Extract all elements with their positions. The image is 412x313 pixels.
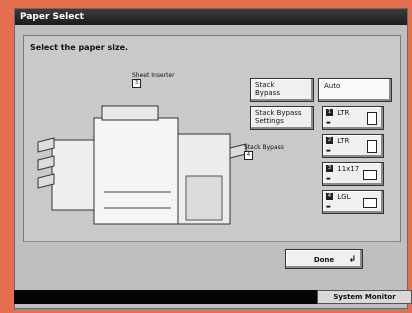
portrait-paper-icon [367,140,377,153]
paper-size-button-3[interactable]: 3 11x17 ▬ [322,162,384,186]
callout-stack-bypass-label: Stack Bypass [244,144,284,151]
paper-size-label: LTR [337,137,350,145]
system-monitor-button[interactable]: System Monitor [317,290,412,304]
drawer-icon: 4 [326,193,333,200]
done-label: Done [313,256,335,264]
stack-bypass-settings-button[interactable]: Stack Bypass Settings [250,106,314,130]
copier-screen: Paper Select Select the paper size. Shee… [14,8,408,309]
paper-select-panel: Select the paper size. Sheet Inserter 3 … [23,35,401,242]
callout-stack-bypass: Stack Bypass 4 [244,144,284,160]
paper-size-label: 11x17 [337,165,360,173]
stack-bypass-line1: Stack [255,81,275,89]
done-button[interactable]: Done ↲ [285,249,363,269]
footer-divider [23,241,399,242]
landscape-paper-icon [363,170,377,180]
drawer-icon: 2 [326,137,333,144]
system-monitor-label: System Monitor [333,293,396,301]
paper-level-icon: ▬ [326,120,331,126]
paper-size-button-1[interactable]: 1 LTR ▬ [322,106,384,130]
paper-size-button-2[interactable]: 2 LTR ▬ [322,134,384,158]
stack-bypass-line2: Bypass [255,89,280,97]
portrait-paper-icon [367,112,377,125]
stack-bypass-settings-line2: Settings [255,117,284,125]
paper-level-icon: ▬ [326,204,331,210]
return-arrow-icon: ↲ [348,255,356,265]
paper-size-label: LGL [337,193,351,201]
stack-bypass-button[interactable]: Stack Bypass [250,78,314,102]
callout-sheet-inserter-label: Sheet Inserter [132,72,175,79]
callout-sheet-inserter-num: 3 [132,79,141,88]
callout-stack-bypass-num: 4 [244,151,253,160]
paper-level-icon: ▬ [326,176,331,182]
copier-machine-illustration [37,105,247,225]
callout-sheet-inserter: Sheet Inserter 3 [132,72,175,88]
stack-bypass-settings-line1: Stack Bypass [255,109,302,117]
window-title: Paper Select [15,9,407,25]
drawer-icon: 3 [326,165,333,172]
paper-level-icon: ▬ [326,148,331,154]
instruction-text: Select the paper size. [30,43,129,52]
drawer-icon: 1 [326,109,333,116]
paper-size-label: LTR [337,109,350,117]
landscape-paper-icon [363,198,377,208]
paper-size-button-4[interactable]: 4 LGL ▬ [322,190,384,214]
auto-label: Auto [324,82,341,90]
auto-button[interactable]: Auto [318,78,392,102]
